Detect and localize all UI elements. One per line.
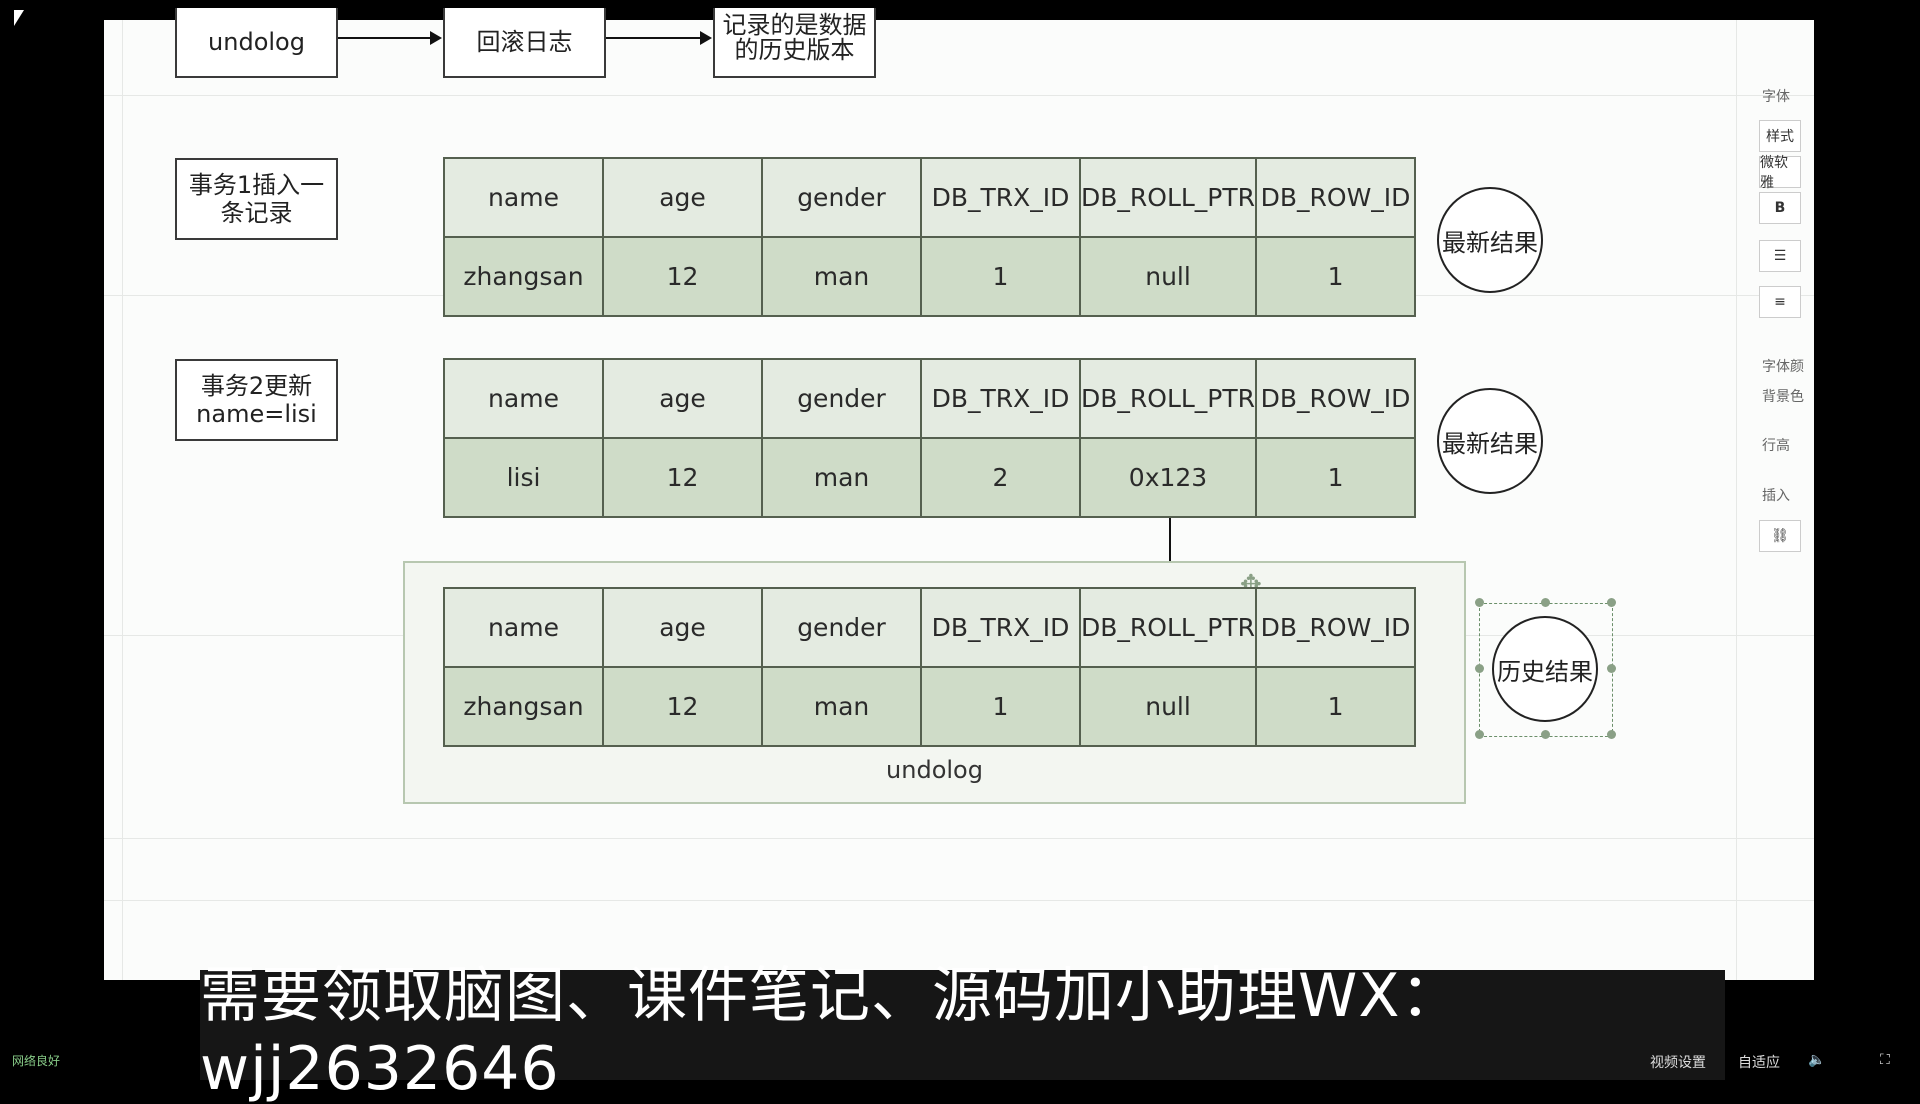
cell-age: 12 (602, 236, 763, 317)
latest-result-circle-2[interactable]: 最新结果 (1437, 388, 1543, 494)
latest-result-circle-1[interactable]: 最新结果 (1437, 187, 1543, 293)
grid-line (104, 95, 1814, 96)
undolog-box[interactable]: undolog (175, 8, 338, 78)
record-table-update[interactable]: name age gender DB_TRX_ID DB_ROLL_PTR DB… (443, 358, 1417, 518)
header-db-roll-ptr: DB_ROLL_PTR (1078, 358, 1258, 439)
header-db-roll-ptr: DB_ROLL_PTR (1078, 157, 1258, 238)
cell-name: zhangsan (443, 666, 604, 747)
grid-line (104, 900, 1814, 901)
font-color-label: 字体颜 (1762, 359, 1804, 375)
resize-handle[interactable] (1541, 598, 1550, 607)
header-age: age (602, 157, 763, 238)
grid-line (122, 20, 123, 980)
cell-age: 12 (602, 666, 763, 747)
cell-name: zhangsan (443, 236, 604, 317)
cell-db-roll-ptr: 0x123 (1078, 437, 1258, 518)
history-version-box[interactable]: 记录的是数据 的历史版本 (713, 8, 876, 78)
resize-handle[interactable] (1541, 730, 1550, 739)
resize-handle[interactable] (1607, 664, 1616, 673)
record-table-history[interactable]: name age gender DB_TRX_ID DB_ROLL_PTR DB… (443, 587, 1417, 747)
record-table-insert[interactable]: name age gender DB_TRX_ID DB_ROLL_PTR DB… (443, 157, 1417, 317)
network-status: 网络良好 (12, 1054, 61, 1068)
undolog-group-label: undolog (886, 756, 983, 784)
bold-button[interactable]: B (1759, 192, 1801, 224)
history-version-line2: 的历史版本 (734, 36, 855, 64)
line-spacing-label: 行高 (1762, 438, 1790, 454)
header-db-trx-id: DB_TRX_ID (920, 157, 1081, 238)
cell-gender: man (761, 437, 922, 518)
header-db-row-id: DB_ROW_ID (1255, 157, 1417, 238)
transaction2-box[interactable]: 事务2更新 name=lisi (175, 359, 338, 441)
cell-db-trx-id: 1 (920, 666, 1081, 747)
cell-db-roll-ptr: null (1078, 666, 1258, 747)
property-panel: 字体 样式 微软雅 B ☰ ≡ 字体颜 背景色 行高 插入 ⛓ (1756, 80, 1812, 600)
header-db-row-id: DB_ROW_ID (1255, 587, 1417, 668)
header-gender: gender (761, 157, 922, 238)
cell-db-roll-ptr: null (1078, 236, 1258, 317)
align-button[interactable]: ☰ (1759, 240, 1801, 272)
header-gender: gender (761, 587, 922, 668)
rollback-log-label: 回滚日志 (476, 28, 573, 56)
header-name: name (443, 157, 604, 238)
header-db-roll-ptr: DB_ROLL_PTR (1078, 587, 1258, 668)
header-name: name (443, 587, 604, 668)
transaction2-line1: 事务2更新 (200, 372, 313, 400)
resize-handle[interactable] (1607, 730, 1616, 739)
cell-db-row-id: 1 (1255, 666, 1417, 747)
list-button[interactable]: ≡ (1759, 286, 1801, 318)
bg-color-label: 背景色 (1762, 389, 1804, 405)
list-icon: ≡ (1774, 294, 1786, 310)
subtitle-banner: 需要领取脑图、课件笔记、源码加小助理WX：wjj2632646 (200, 961, 1725, 1104)
header-db-trx-id: DB_TRX_ID (920, 587, 1081, 668)
header-db-trx-id: DB_TRX_ID (920, 358, 1081, 439)
header-age: age (602, 587, 763, 668)
resize-handle[interactable] (1607, 598, 1616, 607)
header-db-row-id: DB_ROW_ID (1255, 358, 1417, 439)
style-button[interactable]: 样式 (1759, 120, 1801, 152)
flow-arrow (606, 31, 712, 45)
latest-result-label: 最新结果 (1442, 429, 1538, 458)
grid-line (104, 838, 1814, 839)
cell-db-row-id: 1 (1255, 236, 1417, 317)
transaction2-line2: name=lisi (196, 400, 317, 428)
header-age: age (602, 358, 763, 439)
transaction1-box[interactable]: 事务1插入一 条记录 (175, 158, 338, 240)
undolog-box-label: undolog (208, 28, 305, 56)
link-icon: ⛓ (1771, 528, 1789, 544)
link-button[interactable]: ⛓ (1759, 520, 1801, 552)
cell-db-trx-id: 1 (920, 236, 1081, 317)
grid-line (1736, 20, 1737, 980)
transaction1-line2: 条记录 (220, 199, 293, 227)
cell-age: 12 (602, 437, 763, 518)
align-icon: ☰ (1773, 248, 1787, 264)
resize-handle[interactable] (1475, 664, 1484, 673)
resize-handle[interactable] (1475, 730, 1484, 739)
rollback-log-box[interactable]: 回滚日志 (443, 8, 606, 78)
mouse-cursor-icon (14, 10, 24, 26)
font-section-label: 字体 (1762, 89, 1790, 105)
video-settings-button[interactable]: 视频设置 (1650, 1052, 1706, 1072)
latest-result-label: 最新结果 (1442, 228, 1538, 257)
header-name: name (443, 358, 604, 439)
speaker-icon[interactable]: 🔈 (1808, 1052, 1825, 1068)
fullscreen-icon[interactable]: ⛶ (1880, 1052, 1890, 1068)
cell-gender: man (761, 666, 922, 747)
cell-db-trx-id: 2 (920, 437, 1081, 518)
cell-db-row-id: 1 (1255, 437, 1417, 518)
cell-name: lisi (443, 437, 604, 518)
history-result-circle[interactable]: 历史结果 (1492, 616, 1598, 722)
transaction1-line1: 事务1插入一 (188, 171, 325, 199)
adaptive-button[interactable]: 自适应 (1738, 1052, 1780, 1072)
cell-gender: man (761, 236, 922, 317)
flow-arrow (338, 31, 442, 45)
header-gender: gender (761, 358, 922, 439)
insert-label: 插入 (1762, 488, 1790, 504)
font-select[interactable]: 微软雅 (1759, 155, 1801, 191)
resize-handle[interactable] (1475, 598, 1484, 607)
history-result-label: 历史结果 (1497, 657, 1593, 686)
history-version-line1: 记录的是数据 (722, 11, 867, 39)
